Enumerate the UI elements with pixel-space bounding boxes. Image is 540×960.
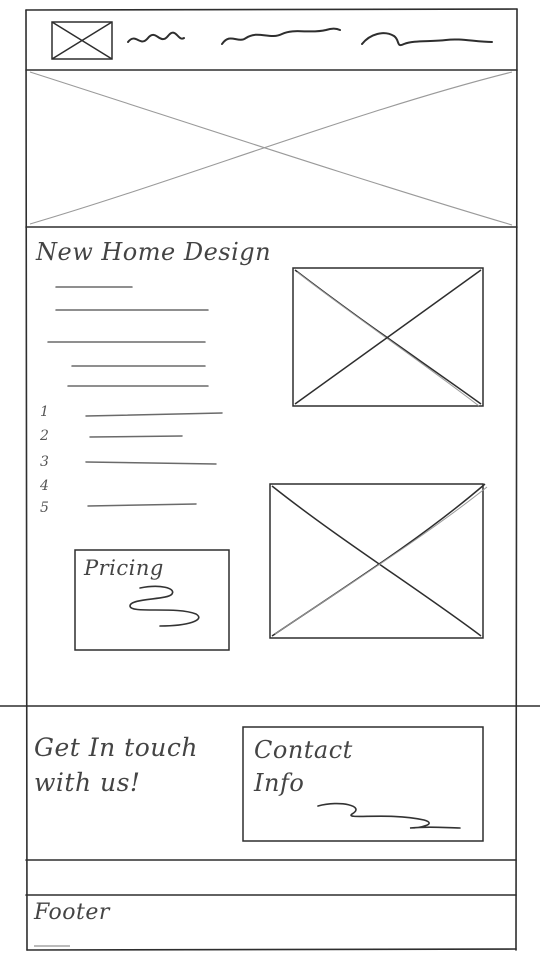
nav-link-3[interactable] xyxy=(361,32,493,46)
wireframe-canvas xyxy=(0,8,540,951)
nav-link-2[interactable] xyxy=(221,27,341,45)
numbered-list-lines xyxy=(85,412,223,507)
page-border-top xyxy=(25,8,518,11)
page-border-left xyxy=(25,9,28,951)
contact-info-title: Contact Info xyxy=(254,736,353,797)
list-number: 4 xyxy=(40,478,49,494)
footer-label: Footer xyxy=(34,900,110,925)
content-image-placeholder-1 xyxy=(292,267,484,407)
page-title: New Home Design xyxy=(36,238,272,266)
list-number: 5 xyxy=(40,500,49,516)
pricing-title: Pricing xyxy=(84,556,164,580)
list-number: 3 xyxy=(40,454,49,470)
contact-text-squiggle xyxy=(317,802,461,829)
page-border-right xyxy=(515,8,518,951)
contact-heading: Get In touch with us! xyxy=(34,733,198,797)
pricing-text-squiggle xyxy=(129,585,200,627)
list-number: 1 xyxy=(40,404,49,420)
logo-placeholder[interactable] xyxy=(51,21,113,60)
content-image-placeholder-2 xyxy=(269,483,488,639)
hero-image-placeholder xyxy=(29,71,513,226)
page-border-bottom xyxy=(26,948,517,951)
nav-link-1[interactable] xyxy=(127,31,185,43)
list-number: 2 xyxy=(40,428,49,444)
body-text-lines xyxy=(47,286,209,387)
